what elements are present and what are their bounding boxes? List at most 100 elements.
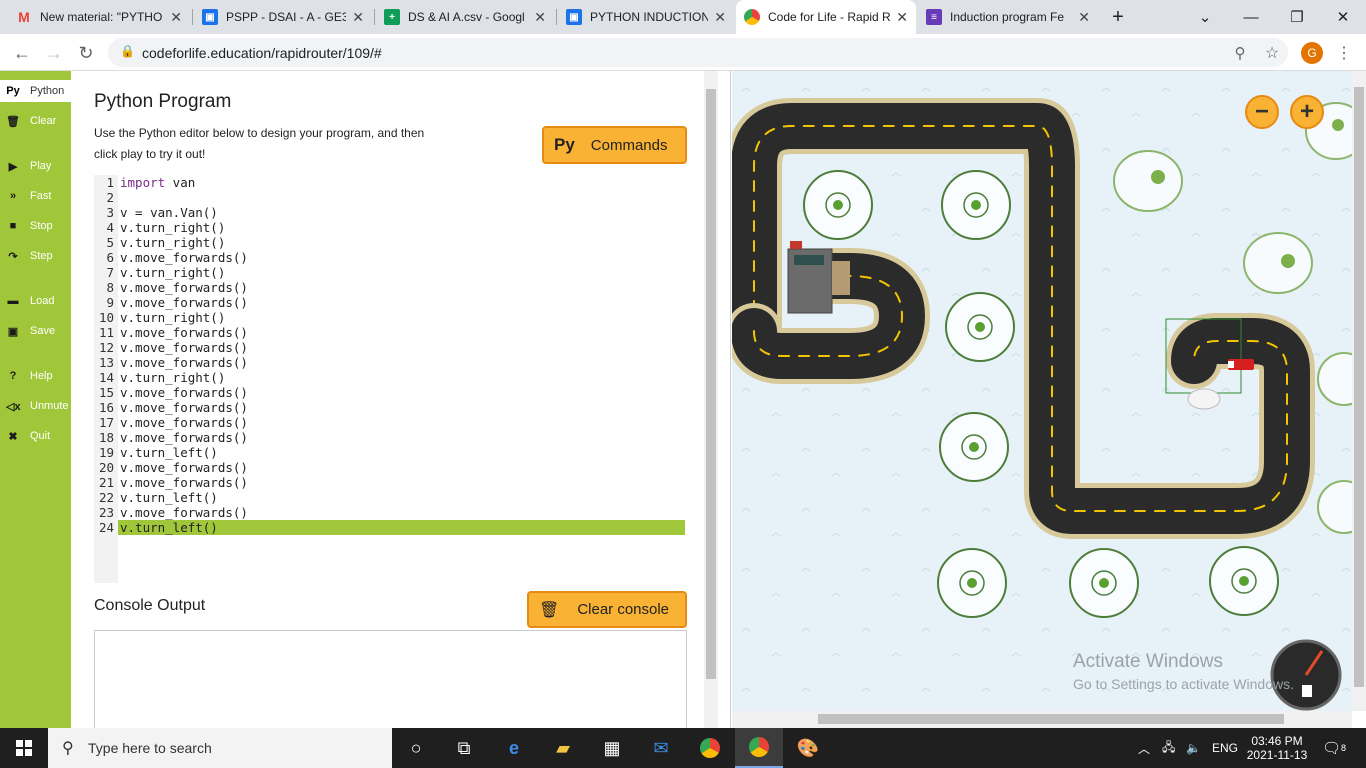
zoom-out-button[interactable]: − — [1245, 95, 1279, 129]
line-number: 4 — [106, 220, 114, 235]
profile-avatar[interactable]: G — [1301, 42, 1323, 64]
code-line[interactable]: 21 v.move_forwards() — [94, 475, 687, 490]
code-text: v.move_forwards() — [120, 325, 248, 340]
network-icon[interactable]: 🖧 — [1162, 728, 1175, 768]
sidebar-item-load[interactable]: ▬ Load — [0, 290, 71, 312]
code-line[interactable]: 15 v.move_forwards() — [94, 385, 687, 400]
minimize-button[interactable]: — — [1228, 0, 1274, 34]
browser-toolbar: ← → ↻ 🔒 codeforlife.education/rapidroute… — [0, 34, 1366, 71]
edge-icon[interactable]: e — [490, 728, 538, 768]
zoom-magnifier-icon[interactable]: ⚲ — [1226, 39, 1254, 67]
code-line[interactable]: 23 v.move_forwards() — [94, 505, 687, 520]
notification-icon[interactable]: 🗨 8 — [1322, 728, 1346, 768]
store-icon[interactable]: ▦ — [588, 728, 636, 768]
back-arrow-icon[interactable]: ← — [8, 39, 36, 67]
code-line[interactable]: 1 import van — [94, 175, 687, 190]
sidebar-item-clear[interactable]: 🗑 Clear — [0, 110, 71, 132]
code-text: v.move_forwards() — [120, 430, 248, 445]
reload-icon[interactable]: ↻ — [72, 39, 100, 67]
code-line[interactable]: 2 — [94, 190, 687, 205]
sidebar-item-help[interactable]: ? Help — [0, 365, 71, 387]
chrome-icon[interactable] — [686, 728, 734, 768]
code-line[interactable]: 24 v.turn_left() — [94, 520, 687, 535]
code-line[interactable]: 5 v.turn_right() — [94, 235, 687, 250]
tab-code-for-life[interactable]: Code for Life - Rapid R ✕ — [736, 0, 916, 34]
code-line[interactable]: 9 v.move_forwards() — [94, 295, 687, 310]
tab-sheets[interactable]: + DS & AI A.csv - Googl ✕ — [376, 0, 554, 34]
code-line[interactable]: 12 v.move_forwards() — [94, 340, 687, 355]
sidebar-item-fast[interactable]: » Fast — [0, 185, 71, 207]
mail-icon[interactable]: ✉ — [637, 728, 685, 768]
chrome-active-icon[interactable] — [735, 728, 783, 768]
sidebar-item-step[interactable]: ↷ Step — [0, 245, 71, 267]
bookmark-star-icon[interactable]: ☆ — [1258, 39, 1286, 67]
task-view-icon[interactable]: ⧉ — [440, 728, 488, 768]
browser-menu-icon[interactable]: ⋮ — [1330, 39, 1358, 67]
close-tab-icon[interactable]: ✕ — [1078, 9, 1090, 26]
code-line[interactable]: 22 v.turn_left() — [94, 490, 687, 505]
sidebar-item-label: Clear — [30, 115, 57, 127]
line-number: 19 — [98, 445, 114, 460]
code-line[interactable]: 13 v.move_forwards() — [94, 355, 687, 370]
close-tab-icon[interactable]: ✕ — [170, 9, 182, 26]
code-editor[interactable]: 1 import van 2 3 v = van.Van() 4 v.turn_right(… — [94, 175, 687, 583]
close-tab-icon[interactable]: ✕ — [534, 9, 546, 26]
code-line[interactable]: 16 v.move_forwards() — [94, 400, 687, 415]
game-board[interactable]: − + Activate Windows Go to Settings to a… — [732, 71, 1352, 711]
tab-gmail[interactable]: M New material: "PYTHO ✕ — [8, 0, 190, 34]
code-line[interactable]: 14 v.turn_right() — [94, 370, 687, 385]
sidebar-item-label: Python — [30, 85, 65, 97]
address-bar[interactable]: 🔒 codeforlife.education/rapidrouter/109/… — [108, 38, 1288, 67]
volume-icon[interactable]: 🔈 — [1186, 728, 1201, 768]
close-window-button[interactable]: ✕ — [1320, 0, 1366, 34]
close-tab-icon[interactable]: ✕ — [352, 9, 364, 26]
windows-start-icon[interactable] — [0, 728, 48, 768]
code-line[interactable]: 7 v.turn_right() — [94, 265, 687, 280]
zoom-in-button[interactable]: + — [1290, 95, 1324, 129]
tab-classroom-pspp[interactable]: ▣ PSPP - DSAI - A - GE3 ✕ — [194, 0, 372, 34]
commands-button[interactable]: Py Commands — [542, 126, 687, 164]
editor-scrollbar[interactable] — [704, 71, 718, 728]
tab-induction-forms[interactable]: ≡ Induction program Fe ✕ — [918, 0, 1098, 34]
cortana-icon[interactable]: ○ — [392, 728, 440, 768]
close-tab-icon[interactable]: ✕ — [714, 9, 726, 26]
sidebar-item-play[interactable]: ▶ Play — [0, 155, 71, 177]
sidebar-item-label: Quit — [30, 430, 51, 442]
forward-arrow-icon[interactable]: → — [40, 39, 68, 67]
file-explorer-icon[interactable]: ▰ — [539, 728, 587, 768]
code-line[interactable]: 18 v.move_forwards() — [94, 430, 687, 445]
code-line[interactable]: 19 v.turn_left() — [94, 445, 687, 460]
sidebar-item-unmute[interactable]: ◁x Unmute — [0, 395, 71, 417]
sidebar-item-save[interactable]: ▣ Save — [0, 320, 71, 342]
code-line[interactable]: 4 v.turn_right() — [94, 220, 687, 235]
clock[interactable]: 03:46 PM 2021-11-13 — [1244, 728, 1310, 768]
paint-icon[interactable]: 🎨 — [784, 728, 832, 768]
close-tab-icon[interactable]: ✕ — [896, 9, 908, 26]
code-line[interactable]: 6 v.move_forwards() — [94, 250, 687, 265]
code-line[interactable]: 8 v.move_forwards() — [94, 280, 687, 295]
tab-python-induction[interactable]: ▣ PYTHON INDUCTION ✕ — [558, 0, 734, 34]
line-number: 22 — [98, 490, 114, 505]
language-indicator[interactable]: ENG — [1212, 728, 1238, 768]
code-line[interactable]: 20 v.move_forwards() — [94, 460, 687, 475]
tray-chevron-icon[interactable]: ︿ — [1138, 728, 1150, 768]
code-line[interactable]: 3 v = van.Van() — [94, 205, 687, 220]
taskbar-search-input[interactable]: ⚲ Type here to search — [48, 728, 392, 768]
tab-search-chevron-icon[interactable]: ⌄ — [1182, 0, 1228, 34]
sidebar-item-stop[interactable]: ■ Stop — [0, 215, 71, 237]
code-line[interactable]: 10 v.turn_right() — [94, 310, 687, 325]
new-tab-button[interactable]: + — [1098, 0, 1138, 34]
panel-divider[interactable] — [718, 71, 731, 728]
code-line[interactable]: 11 v.move_forwards() — [94, 325, 687, 340]
code-line[interactable]: 17 v.move_forwards() — [94, 415, 687, 430]
sidebar-item-label: Step — [30, 250, 53, 262]
console-output[interactable] — [94, 630, 687, 730]
sidebar-item-quit[interactable]: ✖ Quit — [0, 425, 71, 447]
maximize-button[interactable]: ❐ — [1274, 0, 1320, 34]
sidebar-item-label: Save — [30, 325, 56, 337]
sidebar-item-python[interactable]: Py Python — [0, 80, 71, 102]
game-vertical-scrollbar[interactable] — [1352, 71, 1366, 711]
game-horizontal-scrollbar[interactable] — [732, 711, 1352, 728]
clear-console-button[interactable]: 🗑 Clear console — [527, 591, 687, 628]
code-text: v.move_forwards() — [120, 280, 248, 295]
